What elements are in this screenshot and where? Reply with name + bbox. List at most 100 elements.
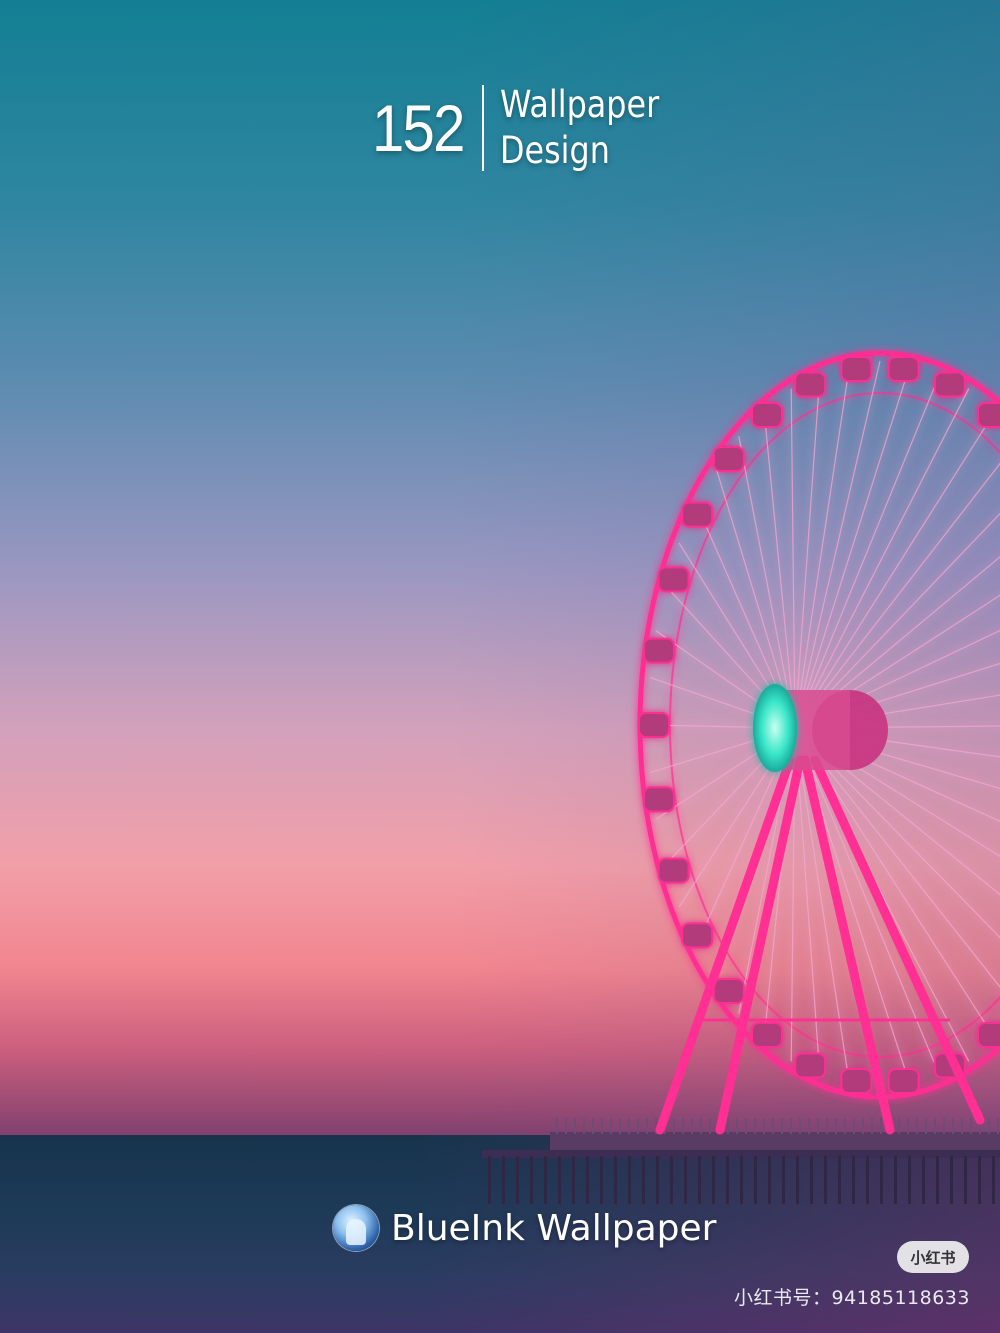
pier-railing xyxy=(583,1118,585,1134)
pier-railing xyxy=(988,1118,990,1134)
pier-railing xyxy=(601,1118,603,1134)
pier-post xyxy=(782,1156,785,1204)
pier-post xyxy=(740,1156,743,1204)
gondola xyxy=(712,978,745,1005)
gondola xyxy=(751,401,783,428)
pier-post xyxy=(656,1156,659,1204)
gondola xyxy=(840,355,873,382)
pier-railing xyxy=(907,1118,909,1134)
pier-railing xyxy=(628,1118,630,1134)
pier-post xyxy=(502,1156,505,1204)
pier-post xyxy=(642,1156,645,1204)
pier-railing xyxy=(556,1118,558,1134)
pier-post xyxy=(908,1156,911,1204)
pier-post xyxy=(950,1156,953,1204)
pier-railing xyxy=(961,1118,963,1134)
pier-railing xyxy=(610,1118,612,1134)
gondola xyxy=(933,371,966,398)
support-leg xyxy=(655,755,795,1135)
pier-railing xyxy=(880,1118,882,1134)
gondola xyxy=(887,355,920,382)
gondola xyxy=(642,637,675,664)
pier-railing xyxy=(637,1118,639,1134)
avatar-icon xyxy=(333,1205,379,1251)
pier-post xyxy=(670,1156,673,1204)
pier-railing xyxy=(952,1118,954,1134)
pier-post xyxy=(852,1156,855,1204)
title-line-1: Wallpaper xyxy=(500,83,660,126)
pier xyxy=(482,1118,1000,1204)
pier-railing xyxy=(745,1118,747,1134)
wheel-spoke xyxy=(790,388,796,729)
pier-railing xyxy=(619,1118,621,1134)
pier-railing xyxy=(727,1118,729,1134)
wallpaper-number: 152 xyxy=(372,91,465,165)
pier-railing xyxy=(943,1118,945,1134)
pier-railing xyxy=(934,1118,936,1134)
pier-railing xyxy=(799,1118,801,1134)
gondola xyxy=(794,371,827,398)
pier-railing xyxy=(862,1118,864,1134)
pier-railing xyxy=(790,1118,792,1134)
pier-railing xyxy=(754,1118,756,1134)
pier-railing xyxy=(763,1118,765,1134)
pier-post xyxy=(796,1156,799,1204)
gondola xyxy=(657,857,690,884)
pier-post xyxy=(488,1156,491,1204)
pier-post xyxy=(586,1156,589,1204)
pier-post xyxy=(824,1156,827,1204)
wheel-spoke xyxy=(763,409,796,729)
gondola xyxy=(977,401,1000,428)
pier-post xyxy=(600,1156,603,1204)
pier-railing xyxy=(772,1118,774,1134)
pier-railing xyxy=(700,1118,702,1134)
xiaohongshu-logo: 小红书 xyxy=(897,1241,969,1273)
pier-post xyxy=(558,1156,561,1204)
pier-post xyxy=(810,1156,813,1204)
avatar-figure xyxy=(346,1219,366,1245)
pier-railing xyxy=(925,1118,927,1134)
pier-railing xyxy=(997,1118,999,1134)
pier-railing xyxy=(970,1118,972,1134)
title-divider xyxy=(482,85,485,171)
author-credit: BlueInk Wallpaper xyxy=(333,1204,716,1252)
gondola xyxy=(638,712,670,738)
pier-post xyxy=(628,1156,631,1204)
pier-railing xyxy=(682,1118,684,1134)
pier-railing xyxy=(898,1118,900,1134)
pier-railing xyxy=(835,1118,837,1134)
gondola xyxy=(712,445,745,472)
pier-railing xyxy=(574,1118,576,1134)
pier-post xyxy=(922,1156,925,1204)
pier-post xyxy=(894,1156,897,1204)
pier-railing xyxy=(826,1118,828,1134)
gondola xyxy=(657,566,690,593)
pier-post xyxy=(544,1156,547,1204)
gondola xyxy=(840,1068,873,1095)
brand-title: 152 Wallpaper Design xyxy=(372,82,685,174)
wheel-spoke xyxy=(794,727,1000,988)
pier-railing xyxy=(853,1118,855,1134)
pier-post xyxy=(614,1156,617,1204)
wheel-hub xyxy=(753,684,797,772)
pier-railing xyxy=(808,1118,810,1134)
pier-post xyxy=(838,1156,841,1204)
gondola xyxy=(681,922,714,949)
gondola xyxy=(887,1068,920,1095)
gondola xyxy=(977,1022,1000,1049)
pier-post xyxy=(936,1156,939,1204)
ferris-wheel-scene xyxy=(482,350,1000,1204)
gondola xyxy=(794,1052,827,1079)
gondola xyxy=(642,786,675,813)
wheel-spoke xyxy=(794,363,911,729)
pier-railing xyxy=(646,1118,648,1134)
support-leg xyxy=(810,755,985,1125)
pier-railing xyxy=(871,1118,873,1134)
author-name: BlueInk Wallpaper xyxy=(391,1207,717,1249)
pier-post xyxy=(726,1156,729,1204)
pier-post xyxy=(516,1156,519,1204)
pier-post xyxy=(992,1156,995,1204)
pier-post xyxy=(978,1156,981,1204)
pier-post xyxy=(964,1156,967,1204)
pier-post xyxy=(698,1156,701,1204)
